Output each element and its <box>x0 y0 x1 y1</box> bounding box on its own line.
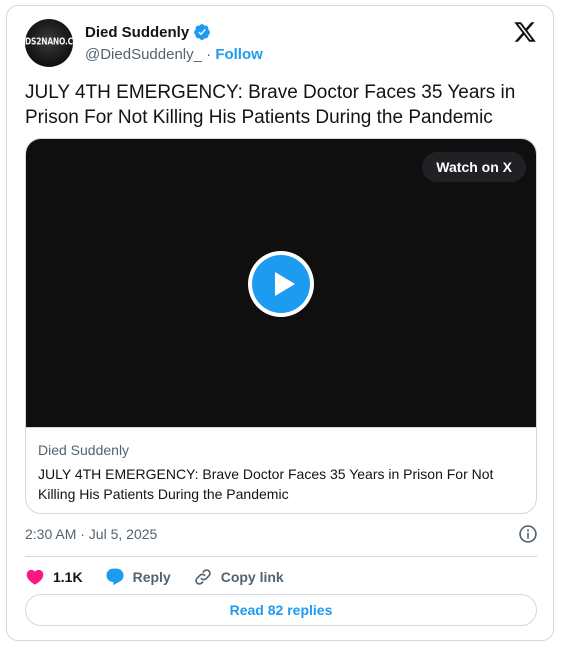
card-source-name: Died Suddenly <box>38 442 130 458</box>
verified-badge-icon <box>194 24 211 40</box>
copy-link-label: Copy link <box>220 569 284 585</box>
author-avatar[interactable]: DS2NANO.COM <box>25 19 73 67</box>
action-divider <box>25 556 537 557</box>
link-card-details[interactable]: Died Suddenly JULY 4TH EMERGENCY: Brave … <box>26 427 536 513</box>
card-title: JULY 4TH EMERGENCY: Brave Doctor Faces 3… <box>38 466 494 502</box>
x-logo-icon[interactable] <box>513 20 537 44</box>
author-display-name[interactable]: Died Suddenly <box>85 24 189 41</box>
reply-button[interactable]: Reply <box>105 567 171 587</box>
like-button[interactable]: 1.1K <box>25 567 83 587</box>
embedded-post-card: DS2NANO.COM Died Suddenly @DiedSuddenly_… <box>6 5 554 641</box>
like-count: 1.1K <box>53 569 83 585</box>
play-button-circle <box>252 255 310 313</box>
post-text: JULY 4TH EMERGENCY: Brave Doctor Faces 3… <box>25 82 516 128</box>
watch-on-x-button[interactable]: Watch on X <box>422 152 526 182</box>
reply-label: Reply <box>132 569 171 585</box>
copy-link-button[interactable]: Copy link <box>193 567 284 587</box>
reply-bubble-icon <box>106 568 124 586</box>
video-card[interactable]: Watch on X Died Suddenly JULY 4TH EMERGE… <box>25 138 537 514</box>
author-handle[interactable]: @DiedSuddenly_ <box>85 46 202 63</box>
play-button[interactable] <box>248 251 314 317</box>
read-replies-button[interactable]: Read 82 replies <box>25 594 537 626</box>
info-icon[interactable] <box>518 524 538 544</box>
play-icon <box>275 272 295 296</box>
handle-separator: · <box>201 46 216 63</box>
post-timestamp[interactable]: 2:30 AM · Jul 5, 2025 <box>25 526 157 542</box>
follow-link[interactable]: Follow <box>215 46 263 63</box>
author-name-row: Died Suddenly <box>85 23 211 41</box>
avatar-logo-text: DS2NANO.COM <box>25 35 73 48</box>
link-icon <box>194 569 211 585</box>
action-bar: 1.1K Reply Copy link <box>25 565 306 589</box>
author-handle-row: @DiedSuddenly_ · Follow <box>85 46 263 63</box>
video-player[interactable]: Watch on X <box>26 139 536 427</box>
heart-icon <box>26 569 44 585</box>
